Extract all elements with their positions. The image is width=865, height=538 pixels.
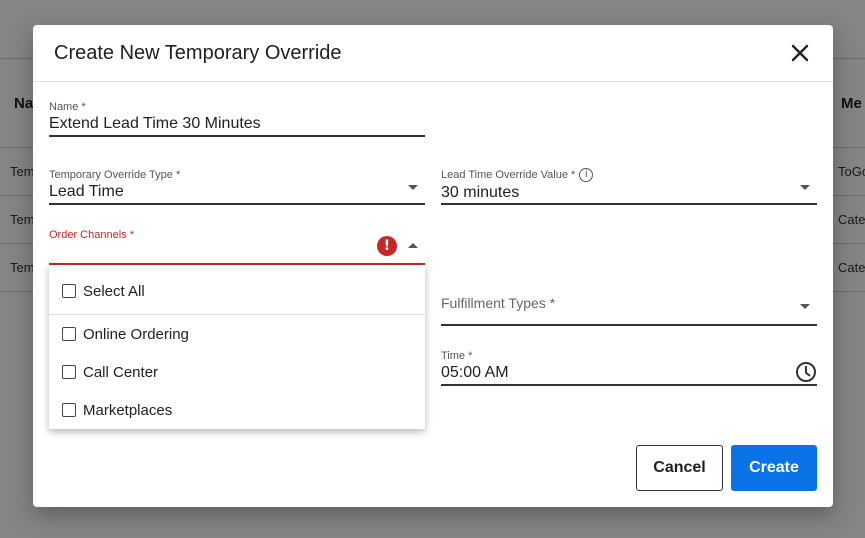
- close-button[interactable]: [788, 41, 812, 65]
- checkbox[interactable]: [62, 403, 76, 417]
- override-type-value: Lead Time: [49, 183, 124, 200]
- option-call-center[interactable]: Call Center: [49, 353, 425, 391]
- checkbox[interactable]: [62, 284, 76, 298]
- option-label: Marketplaces: [83, 401, 173, 419]
- create-button[interactable]: Create: [731, 445, 817, 491]
- fulfillment-types-underline: [441, 324, 817, 326]
- name-field[interactable]: Name * Extend Lead Time 30 Minutes: [49, 101, 425, 137]
- option-label: Select All: [83, 282, 145, 300]
- checkbox[interactable]: [62, 327, 76, 341]
- override-type-label: Temporary Override Type *: [49, 169, 181, 181]
- time-label: Time *: [441, 350, 473, 362]
- chevron-up-icon[interactable]: [408, 243, 418, 248]
- override-type-select[interactable]: Temporary Override Type * Lead Time: [49, 169, 425, 205]
- option-label: Call Center: [83, 363, 159, 381]
- time-field[interactable]: Time * 05:00 AM: [441, 350, 817, 386]
- lead-time-value: 30 minutes: [441, 184, 520, 201]
- clock-icon[interactable]: [796, 362, 816, 382]
- lead-time-label: Lead Time Override Value *: [441, 168, 576, 181]
- lead-time-underline: [441, 203, 817, 205]
- fulfillment-types-placeholder: Fulfillment Types *: [441, 295, 556, 311]
- override-type-underline: [49, 203, 425, 205]
- option-online-ordering[interactable]: Online Ordering: [49, 315, 425, 353]
- order-channels-dropdown: Select All Online Ordering Call Center M…: [49, 265, 425, 429]
- checkbox[interactable]: [62, 365, 76, 379]
- create-override-dialog: Create New Temporary Override Name * Ext…: [33, 25, 833, 507]
- option-label: Online Ordering: [83, 325, 189, 343]
- option-marketplaces[interactable]: Marketplaces: [49, 391, 425, 429]
- option-select-all[interactable]: Select All: [49, 272, 425, 310]
- time-input[interactable]: 05:00 AM: [441, 364, 817, 382]
- name-label: Name *: [49, 101, 86, 113]
- name-underline: [49, 135, 425, 137]
- order-channels-select[interactable]: Order Channels * !: [49, 229, 425, 267]
- lead-time-value-select[interactable]: Lead Time Override Value * i 30 minutes: [441, 166, 817, 205]
- chevron-down-icon: [800, 185, 810, 190]
- dialog-divider: [33, 81, 833, 82]
- info-icon[interactable]: i: [579, 167, 594, 182]
- cancel-button[interactable]: Cancel: [636, 445, 723, 491]
- lead-time-label-row: Lead Time Override Value * i: [441, 166, 817, 183]
- time-underline: [441, 384, 817, 386]
- chevron-down-icon: [408, 185, 418, 190]
- order-channels-label: Order Channels *: [49, 229, 134, 241]
- chevron-down-icon: [800, 304, 810, 309]
- error-icon: !: [377, 236, 397, 256]
- dialog-title: Create New Temporary Override: [54, 42, 342, 64]
- name-input[interactable]: Extend Lead Time 30 Minutes: [49, 115, 425, 133]
- close-icon: [791, 44, 809, 62]
- fulfillment-types-select[interactable]: Fulfillment Types *: [441, 295, 817, 327]
